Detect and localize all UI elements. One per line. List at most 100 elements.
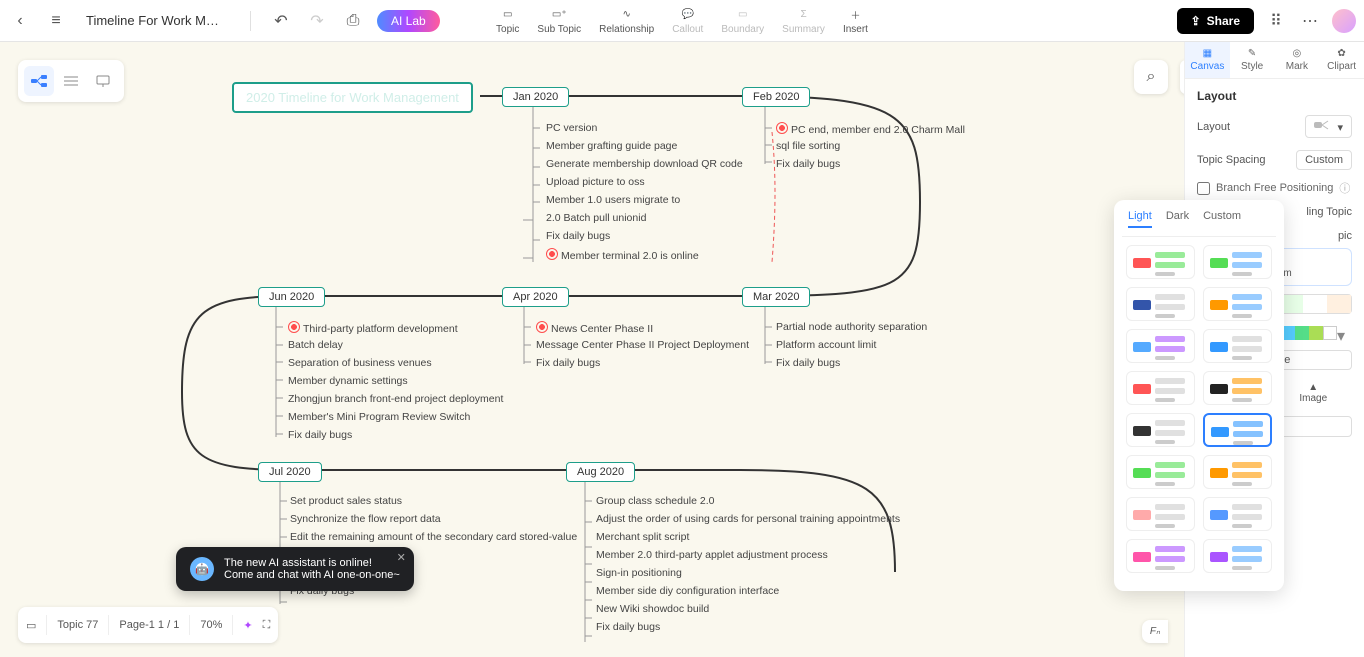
central-topic[interactable]: 2020 Timeline for Work Management: [232, 82, 473, 113]
subtopic[interactable]: News Center Phase II: [536, 321, 653, 335]
subtopic[interactable]: PC end, member end 2.0 Charm Mall: [776, 122, 965, 136]
share-button[interactable]: ⇪ Share: [1177, 8, 1254, 34]
theme-thumbnail[interactable]: [1126, 413, 1195, 447]
mindmap-view-icon[interactable]: [24, 66, 54, 96]
theme-thumbnail[interactable]: [1203, 497, 1272, 531]
branch-free-checkbox[interactable]: [1197, 182, 1210, 195]
fullscreen-icon[interactable]: ⛶: [263, 619, 271, 632]
subtopic[interactable]: Member side diy configuration interface: [596, 585, 779, 597]
theme-thumbnail[interactable]: [1203, 287, 1272, 321]
toolbar-relationship[interactable]: ∿Relationship: [599, 6, 654, 35]
toolbar-sub-topic[interactable]: ▭⁺Sub Topic: [537, 6, 581, 35]
subtopic[interactable]: Fix daily bugs: [776, 158, 840, 170]
subtopic[interactable]: PC version: [546, 122, 597, 134]
map-overview-icon[interactable]: ▭: [26, 619, 36, 632]
subtopic[interactable]: Member dynamic settings: [288, 375, 408, 387]
page-indicator[interactable]: Page-1 1 / 1: [119, 619, 179, 631]
avatar[interactable]: [1332, 9, 1356, 33]
flyout-tab-dark[interactable]: Dark: [1166, 210, 1189, 228]
layout-selector[interactable]: ▾: [1305, 115, 1352, 138]
node-apr[interactable]: Apr 2020: [502, 287, 569, 307]
subtopic[interactable]: Sign-in positioning: [596, 567, 682, 579]
subtopic[interactable]: Batch delay: [288, 339, 343, 351]
font-chip[interactable]: Fₙ: [1142, 620, 1168, 643]
theme-thumbnail[interactable]: [1203, 413, 1272, 447]
subtopic[interactable]: Fix daily bugs: [288, 429, 352, 441]
panel-tab-clipart[interactable]: ✿Clipart: [1319, 42, 1364, 78]
flyout-tab-light[interactable]: Light: [1128, 210, 1152, 228]
ai-sparkle-icon[interactable]: ✦: [243, 619, 252, 632]
subtopic[interactable]: Fix daily bugs: [776, 357, 840, 369]
theme-thumbnail[interactable]: [1203, 455, 1272, 489]
toast-line1: The new AI assistant is online!: [224, 557, 400, 569]
subtopic[interactable]: Zhongjun branch front-end project deploy…: [288, 393, 503, 405]
panel-tab-mark[interactable]: ◎Mark: [1275, 42, 1320, 78]
subtopic[interactable]: Synchronize the flow report data: [290, 513, 441, 525]
subtopic[interactable]: Fix daily bugs: [546, 230, 610, 242]
theme-thumbnail[interactable]: [1126, 245, 1195, 279]
panel-tab-style[interactable]: ✎Style: [1230, 42, 1275, 78]
outline-view-icon[interactable]: [56, 66, 86, 96]
theme-thumbnail[interactable]: [1203, 371, 1272, 405]
image-tab[interactable]: ▲Image: [1275, 382, 1353, 404]
more-icon[interactable]: ⋯: [1298, 9, 1322, 33]
subtopic[interactable]: Fix daily bugs: [596, 621, 660, 633]
theme-thumbnail[interactable]: [1126, 497, 1195, 531]
help-icon[interactable]: ⓘ: [1339, 180, 1350, 196]
subtopic[interactable]: Separation of business venues: [288, 357, 432, 369]
node-jun[interactable]: Jun 2020: [258, 287, 325, 307]
subtopic[interactable]: New Wiki showdoc build: [596, 603, 709, 615]
toolbar-insert[interactable]: ＋Insert: [843, 6, 868, 35]
flyout-tab-custom[interactable]: Custom: [1203, 210, 1241, 228]
node-aug[interactable]: Aug 2020: [566, 462, 635, 482]
theme-thumbnail[interactable]: [1126, 371, 1195, 405]
subtopic[interactable]: sql file sorting: [776, 140, 840, 152]
zoom-level[interactable]: 70%: [200, 619, 222, 631]
theme-thumbnail[interactable]: [1126, 329, 1195, 363]
subtopic[interactable]: Third-party platform development: [288, 321, 458, 335]
subtopic[interactable]: Partial node authority separation: [776, 321, 927, 333]
subtopic[interactable]: Platform account limit: [776, 339, 876, 351]
subtopic[interactable]: Member's Mini Program Review Switch: [288, 411, 470, 423]
apps-icon[interactable]: ⠿: [1264, 9, 1288, 33]
grid-preset-2[interactable]: [1278, 294, 1353, 314]
theme-thumbnail[interactable]: [1126, 287, 1195, 321]
subtopic[interactable]: Upload picture to oss: [546, 176, 645, 188]
subtopic[interactable]: Group class schedule 2.0: [596, 495, 714, 507]
theme-thumbnail[interactable]: [1203, 539, 1272, 573]
redo-icon[interactable]: ↷: [305, 9, 329, 33]
back-icon[interactable]: ‹: [8, 9, 32, 33]
node-jul[interactable]: Jul 2020: [258, 462, 322, 482]
search-button[interactable]: ⌕: [1134, 60, 1168, 94]
toast-close-icon[interactable]: ✕: [397, 551, 406, 564]
format-painter-icon[interactable]: ⎙: [341, 9, 365, 33]
topic-count[interactable]: Topic 77: [57, 619, 98, 631]
theme-thumbnail[interactable]: [1126, 455, 1195, 489]
theme-thumbnail[interactable]: [1126, 539, 1195, 573]
theme-thumbnail[interactable]: [1203, 329, 1272, 363]
menu-icon[interactable]: ≡: [44, 9, 68, 33]
node-jan[interactable]: Jan 2020: [502, 87, 569, 107]
toolbar-topic[interactable]: ▭Topic: [496, 6, 519, 35]
subtopic[interactable]: Set product sales status: [290, 495, 402, 507]
subtopic[interactable]: Merchant split script: [596, 531, 689, 543]
node-feb[interactable]: Feb 2020: [742, 87, 810, 107]
node-mar[interactable]: Mar 2020: [742, 287, 810, 307]
subtopic[interactable]: Generate membership download QR code: [546, 158, 743, 170]
subtopic[interactable]: Member 2.0 third-party applet adjustment…: [596, 549, 828, 561]
subtopic[interactable]: Edit the remaining amount of the seconda…: [290, 531, 577, 543]
ai-lab-button[interactable]: AI Lab: [377, 10, 440, 32]
subtopic[interactable]: Message Center Phase II Project Deployme…: [536, 339, 749, 351]
spacing-selector[interactable]: Custom: [1296, 150, 1352, 170]
undo-icon[interactable]: ↶: [269, 9, 293, 33]
presentation-view-icon[interactable]: [88, 66, 118, 96]
theme-thumbnail[interactable]: [1203, 245, 1272, 279]
panel-tab-canvas[interactable]: ▦Canvas: [1185, 42, 1230, 78]
document-title[interactable]: Timeline For Work Mana...: [86, 13, 226, 28]
subtopic[interactable]: Adjust the order of using cards for pers…: [596, 513, 900, 525]
subtopic[interactable]: Fix daily bugs: [536, 357, 600, 369]
subtopic[interactable]: Member terminal 2.0 is online: [546, 248, 699, 262]
subtopic[interactable]: 2.0 Batch pull unionid: [546, 212, 646, 224]
subtopic[interactable]: Member grafting guide page: [546, 140, 677, 152]
subtopic[interactable]: Member 1.0 users migrate to: [546, 194, 680, 206]
